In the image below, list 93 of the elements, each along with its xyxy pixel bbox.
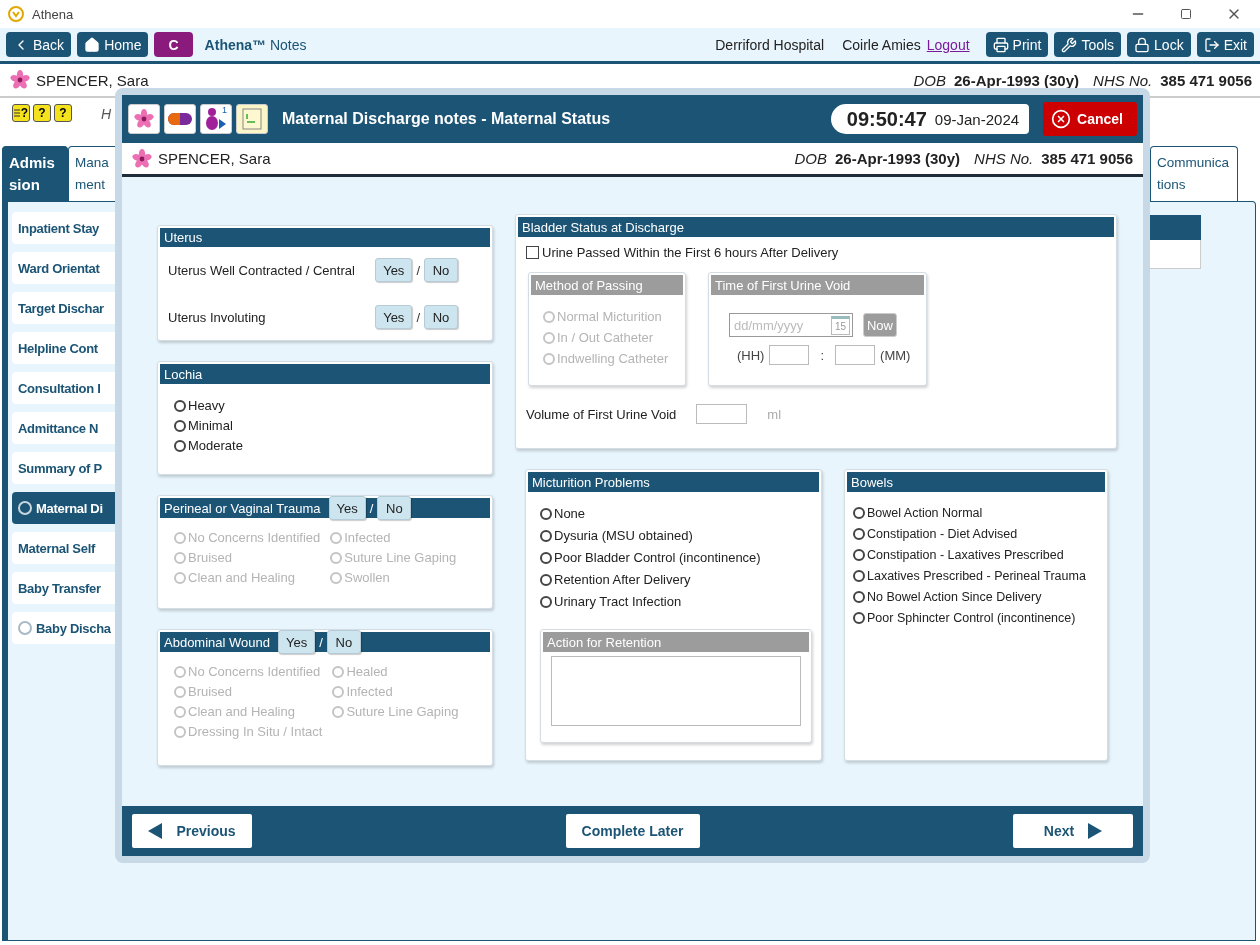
hospital-name: Derriford Hospital [715,36,825,53]
radio-option[interactable]: Urinary Tract Infection [540,594,761,609]
field-label: Volume of First Urine Void [526,406,677,422]
radio-option[interactable]: Minimal [174,418,243,433]
patient-name: SPENCER, Sara [36,71,149,89]
field-label: Uterus Well Contracted / Central [168,262,356,278]
app-name: Athena™ Notes [204,36,307,53]
home-button[interactable]: Home [77,32,149,57]
cancel-button[interactable]: Cancel [1043,102,1137,136]
panel-header: Micturition Problems [528,472,819,492]
home-icon [84,36,101,53]
panel-title: Perineal or Vaginal Trauma [164,500,321,516]
print-button[interactable]: Print [985,32,1049,57]
next-button[interactable]: Next [1013,814,1133,848]
complete-later-button[interactable]: Complete Later [565,814,700,848]
list-icon [13,108,20,118]
dob-value: 26-Apr-1993 (30y) [835,150,961,167]
no-button[interactable]: No [424,258,458,282]
radio-option[interactable]: Poor Sphincter Control (incontinence) [853,611,1086,625]
radio-option[interactable]: Poor Bladder Control (incontinence) [540,550,761,565]
printer-icon [992,36,1009,53]
minutes-label: (MM) [880,347,911,363]
notepad-icon[interactable] [236,104,268,134]
back-button[interactable]: Back [6,32,72,57]
radio-option[interactable]: No Bowel Action Since Delivery [853,590,1086,604]
logout-link[interactable]: Logout [926,36,970,53]
checkbox[interactable]: Urine Passed Within the First 6 hours After Delivery [526,245,1106,260]
badge-number: 1 [222,105,227,115]
radio-option[interactable]: Moderate [174,438,243,453]
radio-option[interactable]: Dysuria (MSU obtained) [540,528,761,543]
panel-header: Action for Retention [543,632,809,652]
radio-option[interactable]: Bowel Action Normal [853,506,1086,520]
radio-option[interactable]: Constipation - Laxatives Prescribed [853,548,1086,562]
tab[interactable]: Admis sion [2,146,68,201]
panel-header: Method of Passing [531,275,683,295]
maximize-icon[interactable] [1180,8,1192,20]
yes-button[interactable]: Yes [375,258,413,282]
no-button[interactable]: No [424,305,458,329]
help-button[interactable]: ? [54,104,72,122]
hours-label: (HH) [737,347,765,363]
radio-option[interactable]: Laxatives Prescribed - Perineal Trauma [853,569,1086,583]
help-button[interactable]: ? [12,104,30,122]
panel-header: Uterus [160,228,490,247]
nhs-value: 385 471 9056 [1041,150,1133,167]
dob-label: DOB [794,150,827,167]
panel-header: Lochia [160,364,490,384]
hint-text: H [101,106,112,122]
separator-text: / [319,634,323,650]
volume-field[interactable] [696,404,748,424]
tab[interactable]: Communica tions [1150,146,1238,201]
radio-option[interactable]: Retention After Delivery [540,572,761,587]
unit-label: ml [767,406,781,422]
lock-icon [1134,36,1151,53]
hours-field[interactable] [769,345,810,365]
nhs-label: NHS No. [1093,71,1153,89]
date-placeholder: dd/mm/yyyy [734,317,804,333]
panel-header: Bladder Status at Discharge [518,217,1114,237]
radio-option[interactable]: None [540,506,761,521]
colon-text: : [820,347,825,363]
clock-time: 09:50:47 [846,107,927,131]
tools-button[interactable]: Tools [1054,32,1122,57]
dialog-title: Maternal Discharge notes - Maternal Status [282,110,611,128]
field-label: Uterus Involuting [168,309,267,325]
separator-text: / [416,309,420,325]
dob-label: DOB [913,71,946,89]
right-triangle-icon [1088,823,1103,839]
separator-text: / [369,500,374,516]
panel-header: Bowels [847,472,1105,492]
window-title: Athena [32,6,74,22]
app-logo-icon [8,6,24,22]
nhs-value: 385 471 9056 [1160,71,1252,89]
user-name: Coirle Amies [842,36,921,53]
previous-button[interactable]: Previous [132,814,252,848]
badge-button[interactable]: C [154,32,193,57]
clock-date: 09-Jan-2024 [934,110,1020,128]
exit-button[interactable]: Exit [1196,32,1254,57]
yes-button[interactable]: Yes [375,305,413,329]
panel-title: Abdominal Wound [164,634,270,650]
lock-button[interactable]: Lock [1127,32,1191,57]
left-triangle-icon [148,823,163,839]
close-circle-icon [1051,109,1072,129]
help-button[interactable]: ? [33,104,51,122]
exit-icon [1203,36,1220,53]
nhs-label: NHS No. [974,150,1034,167]
minutes-field[interactable] [835,345,876,365]
radio-option[interactable]: Constipation - Diet Advised [853,527,1086,541]
dob-value: 26-Apr-1993 (30y) [954,71,1080,89]
tools-icon [1061,36,1078,53]
radio-option[interactable]: Heavy [174,398,243,413]
separator-text: / [416,262,420,278]
panel-header: Time of First Urine Void [711,275,924,295]
patient-name: SPENCER, Sara [158,150,271,167]
capsule-icon[interactable] [164,104,196,134]
